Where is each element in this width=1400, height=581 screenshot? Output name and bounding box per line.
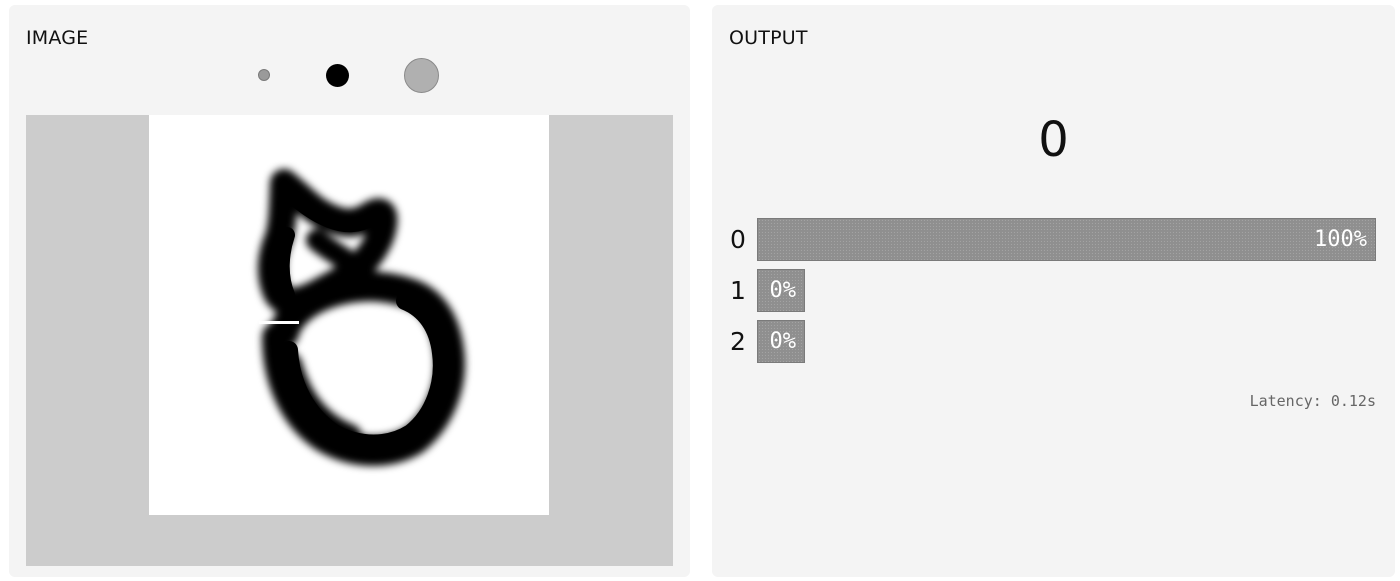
confidence-row: 2 0% [730, 320, 1376, 363]
confidence-bar: 100% [757, 218, 1376, 261]
input-title: IMAGE [26, 27, 89, 49]
confidence-row: 0 100% [730, 218, 1376, 261]
confidence-bar: 0% [757, 320, 805, 363]
confidence-row: 1 0% [730, 269, 1376, 312]
canvas-frame [26, 115, 673, 566]
output-title: OUTPUT [729, 27, 808, 49]
input-panel: IMAGE [9, 5, 690, 577]
handwritten-digit-drawing [258, 169, 465, 466]
confidence-value: 0% [769, 278, 797, 303]
confidence-value: 0% [769, 329, 797, 354]
brush-size-large-button[interactable] [404, 58, 439, 93]
confidence-class-label: 1 [730, 276, 746, 305]
output-panel: OUTPUT 0 0 100% 1 0% 2 0% Latency: 0.12s [712, 5, 1395, 577]
predicted-label: 0 [1038, 112, 1069, 168]
latency-text: Latency: 0.12s [1249, 392, 1376, 410]
confidence-class-label: 2 [730, 327, 746, 356]
brush-size-small-button[interactable] [258, 69, 270, 81]
confidence-value: 100% [1314, 227, 1367, 252]
confidence-class-label: 0 [730, 225, 746, 254]
brush-size-medium-button[interactable] [326, 64, 349, 87]
confidence-bar: 0% [757, 269, 805, 312]
sketch-canvas[interactable] [149, 115, 549, 515]
